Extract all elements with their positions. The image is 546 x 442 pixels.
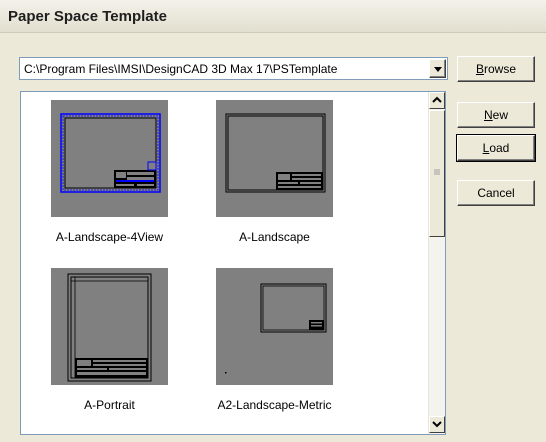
vertical-scrollbar[interactable] [428, 92, 445, 434]
template-thumbnail [216, 100, 333, 217]
dialog-title: Paper Space Template [8, 8, 167, 25]
template-list[interactable]: A-Landscape-4View A-Landscape A-Portrait… [20, 91, 446, 435]
chevron-down-icon [432, 421, 442, 428]
template-thumbnail [51, 268, 168, 385]
template-label: A-Landscape [239, 230, 310, 244]
scroll-up-button[interactable] [429, 92, 445, 109]
template-item[interactable]: A-Landscape [197, 100, 352, 244]
template-folder-dropdown[interactable]: C:\Program Files\IMSI\DesignCAD 3D Max 1… [19, 57, 448, 80]
grip-icon [434, 169, 440, 175]
browse-button[interactable]: Browse [457, 56, 535, 82]
template-item[interactable]: A2-Landscape-Metric [197, 268, 352, 412]
template-label: A-Landscape-4View [55, 230, 164, 244]
template-label: A2-Landscape-Metric [217, 398, 332, 412]
template-thumbnail [51, 100, 168, 217]
paper-space-template-dialog: Paper Space Template C:\Program Files\IM… [0, 0, 546, 442]
cancel-button[interactable]: Cancel [457, 180, 535, 206]
dropdown-button[interactable] [429, 59, 446, 78]
chevron-down-icon [434, 67, 442, 72]
template-thumbnail [216, 268, 333, 385]
template-folder-path: C:\Program Files\IMSI\DesignCAD 3D Max 1… [24, 62, 338, 76]
title-bar: Paper Space Template [0, 0, 546, 33]
scroll-down-button[interactable] [429, 416, 445, 433]
scroll-thumb[interactable] [429, 110, 445, 237]
new-button[interactable]: New [457, 102, 535, 128]
chevron-up-icon [432, 96, 442, 103]
load-button[interactable]: Load [456, 134, 536, 162]
template-item[interactable]: A-Landscape-4View [32, 100, 187, 244]
template-label: A-Portrait [84, 398, 135, 412]
template-item[interactable]: A-Portrait [32, 268, 187, 412]
